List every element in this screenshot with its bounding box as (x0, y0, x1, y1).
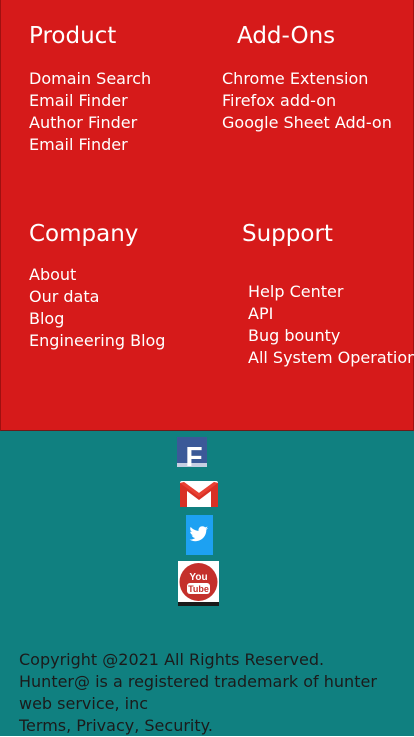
youtube-icon[interactable]: You Tube (178, 561, 219, 606)
link-domain-search[interactable]: Domain Search (29, 68, 151, 90)
facebook-letter: F (185, 441, 202, 467)
addons-links: Chrome Extension Firefox add-on Google S… (222, 68, 392, 134)
copyright-text: Copyright @2021 All Rights Reserved. Hun… (19, 649, 399, 737)
link-about[interactable]: About (29, 264, 165, 286)
link-api[interactable]: API (248, 303, 414, 325)
link-bug-bounty[interactable]: Bug bounty (248, 325, 414, 347)
link-blog[interactable]: Blog (29, 308, 165, 330)
link-email-finder[interactable]: Email Finder (29, 90, 151, 112)
facebook-icon[interactable]: F (177, 437, 207, 467)
footer-links-section: Product Domain Search Email Finder Autho… (0, 0, 414, 431)
link-chrome-extension[interactable]: Chrome Extension (222, 68, 392, 90)
link-all-system-operation[interactable]: All System Operation (248, 347, 414, 369)
support-links: Help Center API Bug bounty All System Op… (248, 281, 414, 369)
link-author-finder[interactable]: Author Finder (29, 112, 151, 134)
support-column: Support (242, 220, 333, 248)
link-our-data[interactable]: Our data (29, 286, 165, 308)
youtube-tube-text: Tube (188, 584, 209, 594)
link-google-sheet-addon[interactable]: Google Sheet Add-on (222, 112, 392, 134)
company-column: Company (29, 220, 138, 248)
link-help-center[interactable]: Help Center (248, 281, 414, 303)
link-engineering-blog[interactable]: Engineering Blog (29, 330, 165, 352)
twitter-icon[interactable] (186, 515, 213, 555)
legal-links[interactable]: Terms, Privacy, Security. (19, 715, 399, 737)
company-heading: Company (29, 221, 139, 247)
gmail-icon[interactable] (179, 479, 219, 509)
copyright-line: Copyright @2021 All Rights Reserved. Hun… (19, 650, 377, 713)
product-links: Domain Search Email Finder Author Finder… (29, 68, 151, 156)
link-email-finder-2[interactable]: Email Finder (29, 134, 151, 156)
youtube-you-text: You (189, 572, 207, 583)
addons-heading: Add-Ons (237, 23, 336, 49)
product-column: Product (29, 22, 116, 50)
product-heading: Product (29, 23, 117, 49)
company-links: About Our data Blog Engineering Blog (29, 264, 165, 352)
link-firefox-addon[interactable]: Firefox add-on (222, 90, 392, 112)
support-heading: Support (242, 221, 333, 247)
addons-column: Add-Ons (237, 22, 335, 50)
